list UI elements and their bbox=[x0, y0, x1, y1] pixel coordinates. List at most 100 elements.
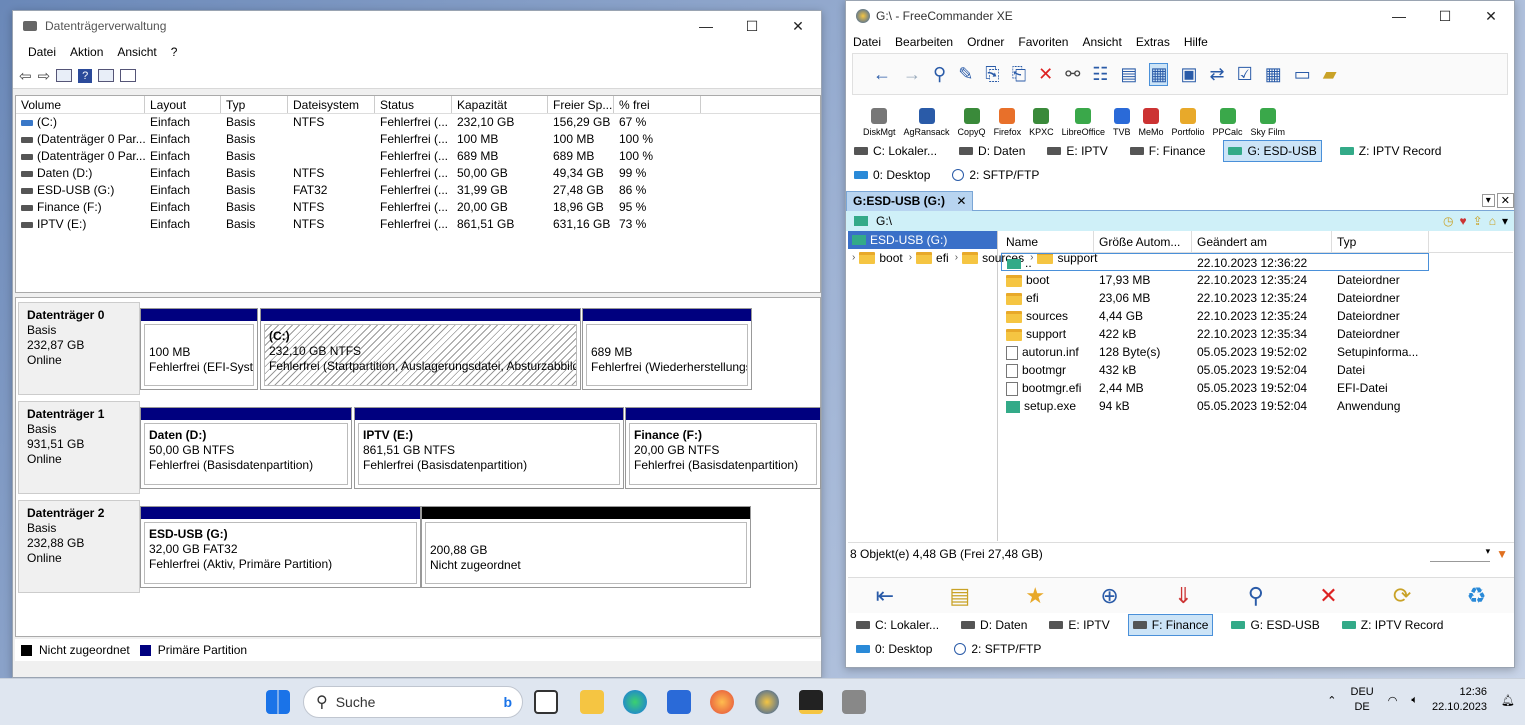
file-row[interactable]: efi 23,06 MB 22.10.2023 12:35:24 Dateiordne… bbox=[1001, 289, 1513, 307]
expand-chevron-icon[interactable]: › bbox=[909, 249, 912, 267]
back-icon[interactable]: ← bbox=[873, 64, 891, 85]
fc-minimize-button[interactable]: — bbox=[1376, 1, 1422, 31]
app-launcher-libreoffice[interactable]: LibreOffice bbox=[1059, 108, 1108, 137]
window-icon[interactable]: ▭ bbox=[1294, 64, 1311, 85]
partition[interactable]: (C:) 232,10 GB NTFS Fehlerfrei (Startparti… bbox=[260, 308, 581, 390]
col-freier-speicher[interactable]: Freier Sp... bbox=[548, 96, 614, 113]
windows-start-icon[interactable] bbox=[266, 690, 290, 714]
tree-item[interactable]: › efi bbox=[907, 249, 949, 267]
layout-icon[interactable]: ▦ bbox=[1265, 64, 1282, 85]
partition[interactable]: 200,88 GB Nicht zugeordnet bbox=[421, 506, 751, 588]
volume-row[interactable]: (Datenträger 0 Par... Einfach Basis Fehlerf… bbox=[16, 148, 820, 165]
fc-close-button[interactable]: ✕ bbox=[1468, 1, 1514, 31]
drive-button[interactable]: Z: IPTV Record bbox=[1336, 140, 1446, 162]
refresh-folder-icon[interactable]: ⟳ bbox=[1393, 583, 1411, 609]
help-icon[interactable]: ? bbox=[78, 68, 93, 83]
filter-funnel-icon[interactable]: ▼ bbox=[1496, 547, 1508, 561]
delete-large-icon[interactable]: ✕ bbox=[1319, 583, 1337, 609]
drive-button[interactable]: 2: SFTP/FTP bbox=[948, 164, 1043, 186]
disk-management-taskbar-icon[interactable] bbox=[842, 690, 866, 714]
favorites-icon[interactable]: ♥ bbox=[1460, 214, 1467, 228]
tab-dropdown-icon[interactable]: ▾ bbox=[1481, 194, 1495, 207]
folder-list-icon[interactable]: ▤ bbox=[949, 583, 970, 609]
drive-button[interactable]: F: Finance bbox=[1127, 614, 1214, 636]
drive-button[interactable]: E: IPTV bbox=[1045, 614, 1113, 636]
partition[interactable]: IPTV (E:) 861,51 GB NTFS Fehlerfrei (Basis… bbox=[354, 407, 624, 489]
forward-icon[interactable]: → bbox=[903, 64, 921, 85]
swap-panel-icon[interactable]: ⇤ bbox=[876, 583, 894, 609]
tree-root[interactable]: ESD-USB (G:) bbox=[848, 231, 997, 249]
volume-row[interactable]: Daten (D:) Einfach Basis NTFS Fehlerfrei (..… bbox=[16, 165, 820, 182]
file-row[interactable]: .. 22.10.2023 12:36:22 bbox=[1001, 253, 1429, 271]
col-name[interactable]: Name bbox=[1001, 231, 1094, 252]
fc-menu-datei[interactable]: Datei bbox=[846, 35, 888, 49]
firefox-icon[interactable] bbox=[710, 690, 734, 714]
app-launcher-memo[interactable]: MeMo bbox=[1135, 108, 1166, 137]
file-explorer-icon[interactable] bbox=[580, 690, 604, 714]
volume-row[interactable]: (C:) Einfach Basis NTFS Fehlerfrei (... 232,1… bbox=[16, 114, 820, 131]
chevron-up-icon[interactable]: ⌃ bbox=[1327, 694, 1336, 707]
fc-menu-hilfe[interactable]: Hilfe bbox=[1177, 35, 1215, 49]
volume-row[interactable]: ESD-USB (G:) Einfach Basis FAT32 Fehlerfrei … bbox=[16, 182, 820, 199]
store-icon[interactable] bbox=[667, 690, 691, 714]
language-indicator[interactable]: DEU DE bbox=[1351, 685, 1374, 715]
expand-chevron-icon[interactable]: › bbox=[955, 249, 958, 267]
taskbar-search[interactable]: ⚲ Suche b bbox=[303, 686, 523, 718]
notification-bell-icon[interactable]: 🔔︎ bbox=[1501, 694, 1515, 707]
app-launcher-copyq[interactable]: CopyQ bbox=[955, 108, 989, 137]
tab-close-icon[interactable]: ✕ bbox=[956, 194, 966, 208]
minimize-button[interactable]: — bbox=[683, 11, 729, 41]
copy-icon[interactable]: ⎘ bbox=[985, 64, 999, 85]
menu-ansicht[interactable]: Ansicht bbox=[110, 45, 163, 59]
fc-menu-extras[interactable]: Extras bbox=[1129, 35, 1177, 49]
tree-view-icon[interactable]: ☷ bbox=[1092, 64, 1108, 85]
partition[interactable]: Daten (D:) 50,00 GB NTFS Fehlerfrei (Basis… bbox=[140, 407, 352, 489]
tab-esd-usb[interactable]: G:ESD-USB (G:) ✕ bbox=[846, 190, 974, 211]
checklist-icon[interactable]: ☑ bbox=[1237, 64, 1253, 85]
drive-button[interactable]: F: Finance bbox=[1126, 140, 1210, 162]
drive-button[interactable]: D: Daten bbox=[957, 614, 1031, 636]
col-volume[interactable]: Volume bbox=[16, 96, 145, 113]
col-size[interactable]: Größe Autom... bbox=[1094, 231, 1192, 252]
menu-datei[interactable]: Datei bbox=[21, 45, 63, 59]
col-typ[interactable]: Typ bbox=[221, 96, 288, 113]
favorite-star-icon[interactable]: ★ bbox=[1025, 583, 1045, 609]
wifi-icon[interactable]: ◠ bbox=[1388, 694, 1398, 707]
archive-icon[interactable]: ▰ bbox=[1323, 64, 1337, 85]
volume-row[interactable]: (Datenträger 0 Par... Einfach Basis Fehlerf… bbox=[16, 131, 820, 148]
drive-button[interactable]: D: Daten bbox=[955, 140, 1029, 162]
col-status[interactable]: Status bbox=[375, 96, 452, 113]
panel-close-icon[interactable]: ✕ bbox=[1496, 193, 1514, 208]
file-row[interactable]: support 422 kB 22.10.2023 12:35:34 Dateiord… bbox=[1001, 325, 1513, 343]
disk-label[interactable]: Datenträger 2 Basis 232,88 GB Online bbox=[18, 500, 140, 593]
brief-view-icon[interactable]: ▤ bbox=[1120, 64, 1137, 85]
download-file-icon[interactable]: ⇓ bbox=[1174, 583, 1192, 609]
fc-maximize-button[interactable]: ☐ bbox=[1422, 1, 1468, 31]
drive-button[interactable]: G: ESD-USB bbox=[1223, 140, 1322, 162]
drive-button[interactable]: Z: IPTV Record bbox=[1338, 614, 1448, 636]
file-row[interactable]: bootmgr.efi 2,44 MB 05.05.2023 19:52:04 EFI… bbox=[1001, 379, 1513, 397]
search-large-icon[interactable]: ⚲ bbox=[1248, 583, 1264, 609]
drive-button[interactable]: 2: SFTP/FTP bbox=[950, 638, 1045, 660]
history-icon[interactable]: ◷ bbox=[1443, 214, 1453, 228]
app-launcher-portfolio[interactable]: Portfolio bbox=[1168, 108, 1207, 137]
path-bar[interactable]: G:\ ◷ ♥ ⇪ ⌂ ▾ bbox=[846, 211, 1514, 231]
app-launcher-ppcalc[interactable]: PPCalc bbox=[1210, 108, 1246, 137]
thumb-view-icon[interactable]: ▣ bbox=[1180, 64, 1197, 85]
back-arrow-icon[interactable]: ⇦ bbox=[19, 67, 32, 85]
partition[interactable]: ESD-USB (G:) 32,00 GB FAT32 Fehlerfrei (Ak… bbox=[140, 506, 421, 588]
properties-icon[interactable] bbox=[56, 69, 73, 82]
file-row[interactable]: bootmgr 432 kB 05.05.2023 19:52:04 Datei bbox=[1001, 361, 1513, 379]
disk-label[interactable]: Datenträger 1 Basis 931,51 GB Online bbox=[18, 401, 140, 494]
partition[interactable]: 689 MB Fehlerfrei (Wiederherstellungs bbox=[582, 308, 752, 390]
menu-aktion[interactable]: Aktion bbox=[63, 45, 110, 59]
sync-icon[interactable]: ⇄ bbox=[1209, 64, 1224, 85]
fc-menu-ordner[interactable]: Ordner bbox=[960, 35, 1011, 49]
drive-button[interactable]: C: Lokaler... bbox=[850, 140, 941, 162]
disk-label[interactable]: Datenträger 0 Basis 232,87 GB Online bbox=[18, 302, 140, 395]
col-prozent-frei[interactable]: % frei bbox=[614, 96, 701, 113]
close-button[interactable]: ✕ bbox=[775, 11, 821, 41]
app-launcher-firefox[interactable]: Firefox bbox=[991, 108, 1025, 137]
maximize-button[interactable]: ☐ bbox=[729, 11, 775, 41]
rename-icon[interactable]: ✎ bbox=[958, 64, 973, 85]
